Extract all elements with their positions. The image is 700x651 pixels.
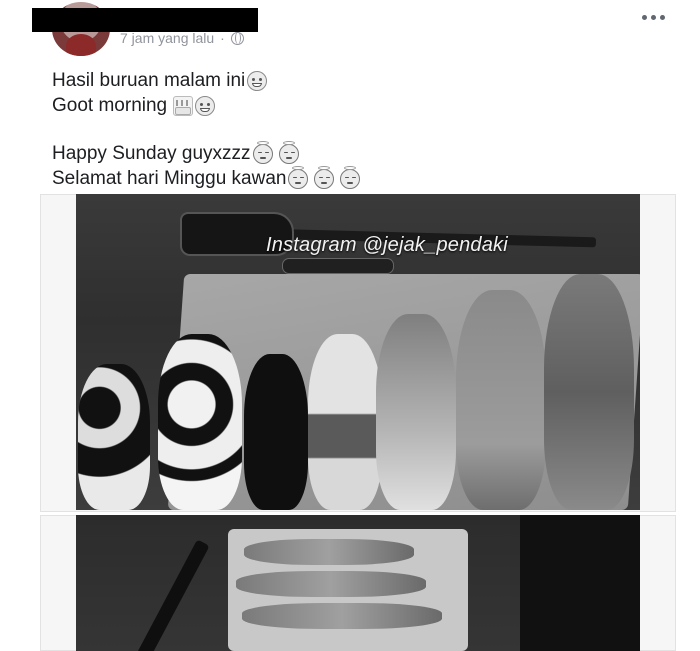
halo-face-icon xyxy=(252,140,273,164)
post-photo-1[interactable]: Instagram @jejak_pendaki xyxy=(76,194,640,510)
post-line-text: Hasil buruan malam ini xyxy=(52,70,246,91)
grinning-squint-face-icon xyxy=(195,95,216,116)
post-line: Goot morning xyxy=(52,93,360,118)
post-meta: 7 jam yang lalu · xyxy=(120,30,244,46)
globe-icon xyxy=(230,31,244,45)
grinning-face-icon xyxy=(247,70,268,91)
post-photo-2[interactable] xyxy=(76,515,640,651)
post-line: Hasil buruan malam ini xyxy=(52,68,360,93)
meta-separator: · xyxy=(220,30,225,46)
halo-face-icon xyxy=(278,140,299,164)
post-line-text: Goot morning xyxy=(52,95,168,116)
halo-face-icon xyxy=(288,165,309,189)
rifle xyxy=(136,539,210,651)
post-timestamp[interactable]: 7 jam yang lalu xyxy=(120,30,214,46)
post-line-text: Selamat hari Minggu kawan xyxy=(52,168,287,189)
post-header: 7 jam yang lalu · xyxy=(0,0,700,60)
ellipsis-icon xyxy=(641,14,647,20)
post-line-text: Happy Sunday guyxzzz xyxy=(52,143,251,164)
cake-icon xyxy=(173,95,194,116)
halo-face-icon xyxy=(314,165,335,189)
more-options-button[interactable] xyxy=(640,10,666,24)
post-text: Hasil buruan malam ini Goot morning Happ… xyxy=(52,68,361,191)
post-line: Selamat hari Minggu kawan xyxy=(52,165,361,191)
redacted-author-name xyxy=(32,8,258,32)
post-line: Happy Sunday guyxzzz xyxy=(52,140,360,166)
halo-face-icon xyxy=(340,165,361,189)
photo-watermark: Instagram @jejak_pendaki xyxy=(266,234,508,256)
